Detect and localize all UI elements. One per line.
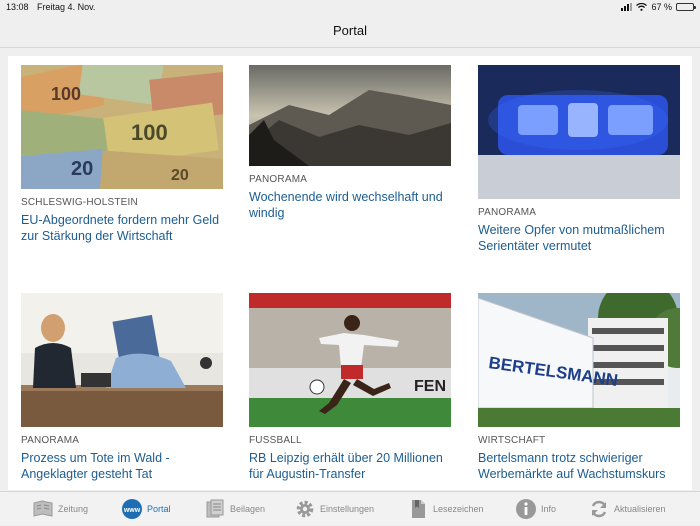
tab-info[interactable]: Info (515, 492, 556, 526)
article-category: PANORAMA (478, 207, 537, 218)
article-card[interactable]: PANORAMA Prozess um Tote im Wald - Angek… (21, 293, 223, 482)
wifi-icon (636, 3, 648, 11)
article-category: PANORAMA (249, 174, 308, 185)
article-card[interactable]: 100 100 20 20 SCHLESWIG-HOLSTEIN EU-Abge… (21, 65, 223, 244)
tab-label: Zeitung (58, 504, 89, 514)
tab-label: Lesezeichen (433, 504, 484, 514)
tab-portal[interactable]: www Portal (121, 492, 171, 526)
tab-aktualisieren[interactable]: Aktualisieren (588, 492, 666, 526)
navigation-bar: Portal (0, 14, 700, 48)
bookmark-icon (407, 498, 429, 520)
article-category: SCHLESWIG-HOLSTEIN (21, 197, 138, 208)
svg-text:20: 20 (71, 158, 93, 180)
article-category: WIRTSCHAFT (478, 435, 546, 446)
article-card[interactable]: PANORAMA Wochenende wird wechselhaft und… (249, 65, 451, 221)
page-title: Portal (333, 23, 367, 38)
tab-label: Einstellungen (320, 504, 375, 514)
supplements-icon (204, 498, 226, 520)
svg-text:20: 20 (171, 167, 189, 184)
article-grid: 100 100 20 20 SCHLESWIG-HOLSTEIN EU-Abge… (8, 56, 692, 490)
svg-text:100: 100 (51, 84, 81, 104)
status-bar: 13:08 Freitag 4. Nov. 67 % (0, 0, 700, 14)
article-card[interactable]: BERTELSMANN WIRTSCHAFT Bertelsmann trotz… (478, 293, 680, 482)
tab-label: Portal (147, 504, 171, 514)
article-image-courtroom (21, 293, 223, 427)
article-category: PANORAMA (21, 435, 80, 446)
tab-einstellungen[interactable]: Einstellungen (294, 492, 374, 526)
article-image-football-player: FEN (249, 293, 451, 427)
article-card[interactable]: PANORAMA Weitere Opfer von mutmaßlichem … (478, 65, 680, 254)
gear-icon (294, 498, 316, 520)
article-headline[interactable]: Wochenende wird wechselhaft und windig (249, 189, 451, 221)
tab-lesezeichen[interactable]: Lesezeichen (407, 492, 484, 526)
svg-text:www: www (123, 507, 141, 514)
article-image-euro-banknotes: 100 100 20 20 (21, 65, 223, 189)
info-icon (515, 498, 537, 520)
battery-icon (676, 3, 696, 11)
tab-bar: Zeitung www Portal Beilagen Einstellunge… (0, 491, 700, 525)
tab-zeitung[interactable]: Zeitung (32, 492, 88, 526)
article-headline[interactable]: Bertelsmann trotz schwieriger Werbemärkt… (478, 450, 680, 482)
article-image-police-light (478, 65, 680, 199)
article-image-mountain (249, 65, 451, 166)
tab-label: Beilagen (230, 504, 266, 514)
svg-text:FEN: FEN (414, 378, 446, 395)
tab-beilagen[interactable]: Beilagen (204, 492, 265, 526)
battery-percent: 67 % (651, 2, 672, 12)
status-time: 13:08 (6, 2, 29, 12)
article-headline[interactable]: RB Leipzig erhält über 20 Millionen für … (249, 450, 451, 482)
www-icon: www (121, 498, 143, 520)
article-card[interactable]: FEN FUSSBALL RB Leipzig erhält über 20 M… (249, 293, 451, 482)
refresh-icon (588, 498, 610, 520)
article-image-bertelsmann-building: BERTELSMANN (478, 293, 680, 427)
article-headline[interactable]: Prozess um Tote im Wald - Angeklagter ge… (21, 450, 223, 482)
article-headline[interactable]: Weitere Opfer von mutmaßlichem Serientät… (478, 222, 680, 254)
cellular-signal-icon (621, 3, 633, 11)
tab-label: Info (541, 504, 557, 514)
svg-text:100: 100 (131, 120, 168, 145)
article-headline[interactable]: EU-Abgeordnete fordern mehr Geld zur Stä… (21, 212, 223, 244)
newspaper-icon (32, 498, 54, 520)
article-category: FUSSBALL (249, 435, 302, 446)
tab-label: Aktualisieren (614, 504, 666, 514)
status-date: Freitag 4. Nov. (37, 2, 96, 12)
